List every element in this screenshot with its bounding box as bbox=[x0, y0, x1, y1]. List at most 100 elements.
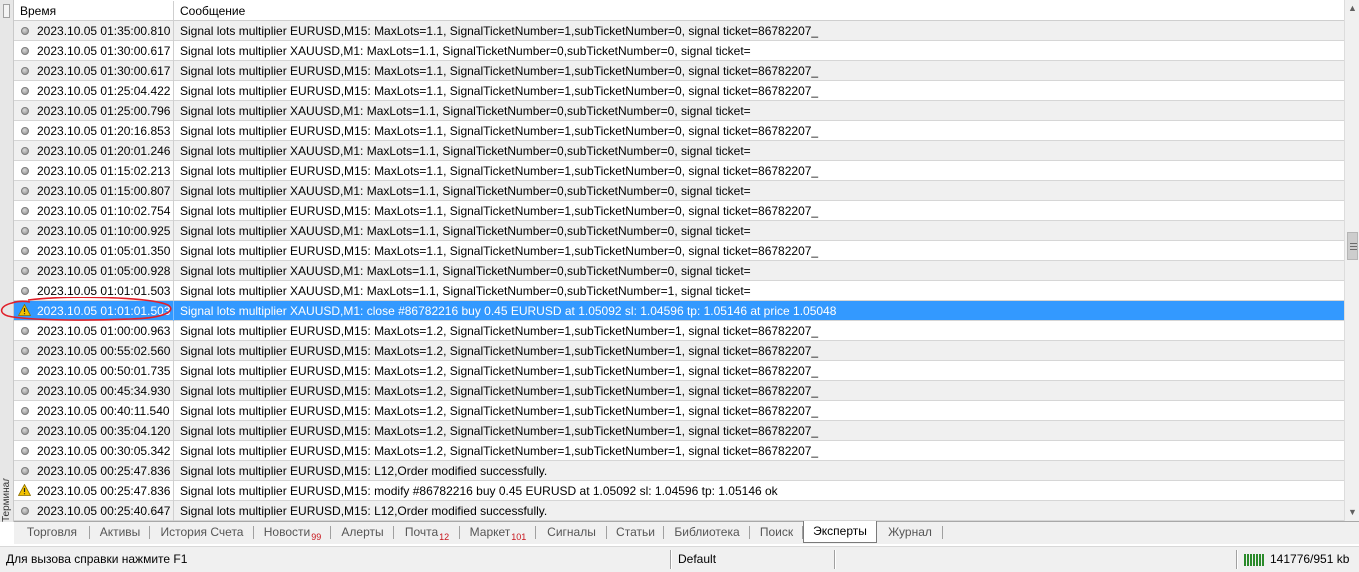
column-divider bbox=[173, 221, 174, 241]
log-row[interactable]: 2023.10.05 00:30:05.342 Signal lots multi… bbox=[14, 441, 1344, 461]
tab-label: Алерты bbox=[341, 525, 384, 539]
tab-13[interactable]: Журнал bbox=[877, 522, 943, 543]
connection-bars-icon bbox=[1244, 554, 1266, 566]
column-divider bbox=[173, 441, 174, 461]
log-time: 2023.10.05 01:15:02.213 bbox=[37, 164, 171, 178]
column-header-message[interactable]: Сообщение bbox=[174, 1, 1344, 21]
status-traffic: 141776/951 kb bbox=[1270, 552, 1350, 566]
log-row[interactable]: 2023.10.05 00:35:04.120 Signal lots multi… bbox=[14, 421, 1344, 441]
tab-count-badge: 99 bbox=[311, 532, 322, 542]
log-time: 2023.10.05 00:55:02.560 bbox=[37, 344, 171, 358]
column-header-time[interactable]: Время bbox=[14, 1, 174, 21]
grip-line bbox=[1350, 249, 1357, 250]
info-dot-icon bbox=[21, 267, 29, 275]
log-message: Signal lots multiplier EURUSD,M15: MaxLo… bbox=[180, 84, 819, 98]
log-time: 2023.10.05 01:05:00.928 bbox=[37, 264, 171, 278]
log-message: Signal lots multiplier EURUSD,M15: MaxLo… bbox=[180, 324, 819, 338]
log-message: Signal lots multiplier XAUUSD,M1: MaxLot… bbox=[180, 284, 751, 298]
log-row[interactable]: 2023.10.05 00:25:47.836 Signal lots multi… bbox=[14, 461, 1344, 481]
log-row[interactable]: 2023.10.05 01:30:00.617 Signal lots multi… bbox=[14, 41, 1344, 61]
log-message: Signal lots multiplier XAUUSD,M1: MaxLot… bbox=[180, 224, 751, 238]
tab-1[interactable]: Торговля bbox=[14, 522, 90, 543]
log-time: 2023.10.05 00:25:47.836 bbox=[37, 464, 171, 478]
log-row[interactable]: 2023.10.05 01:35:00.810 Signal lots multi… bbox=[14, 21, 1344, 41]
terminal-tab-bar: Торговля Активы История Счета Новости99 Алер… bbox=[14, 521, 1359, 544]
log-row-selected[interactable]: 2023.10.05 01:01:01.503 Signal lots multi… bbox=[14, 301, 1344, 321]
scroll-up-icon[interactable]: ▲ bbox=[1345, 0, 1359, 17]
tab-4[interactable]: Новости99 bbox=[254, 522, 331, 543]
log-time: 2023.10.05 01:35:00.810 bbox=[37, 24, 171, 38]
log-time: 2023.10.05 01:20:16.853 bbox=[37, 124, 171, 138]
log-message: Signal lots multiplier EURUSD,M15: MaxLo… bbox=[180, 204, 819, 218]
scroll-thumb[interactable] bbox=[1347, 232, 1358, 260]
log-row[interactable]: 2023.10.05 01:25:04.422 Signal lots multi… bbox=[14, 81, 1344, 101]
log-time: 2023.10.05 00:35:04.120 bbox=[37, 424, 171, 438]
tab-2[interactable]: Активы bbox=[90, 522, 150, 543]
log-message: Signal lots multiplier EURUSD,M15: MaxLo… bbox=[180, 424, 819, 438]
tab-5[interactable]: Алерты bbox=[331, 522, 394, 543]
tab-label: История Счета bbox=[160, 525, 244, 539]
log-row[interactable]: 2023.10.05 00:50:01.735 Signal lots multi… bbox=[14, 361, 1344, 381]
log-row[interactable]: 2023.10.05 01:10:00.925 Signal lots multi… bbox=[14, 221, 1344, 241]
log-row[interactable]: 2023.10.05 00:55:02.560 Signal lots multi… bbox=[14, 341, 1344, 361]
tab-9[interactable]: Статьи bbox=[607, 522, 664, 543]
tab-12[interactable]: Эксперты bbox=[803, 521, 877, 543]
log-row[interactable]: 2023.10.05 01:20:01.246 Signal lots multi… bbox=[14, 141, 1344, 161]
tab-10[interactable]: Библиотека bbox=[664, 522, 750, 543]
info-dot-icon bbox=[21, 167, 29, 175]
log-row[interactable]: 2023.10.05 01:10:02.754 Signal lots multi… bbox=[14, 201, 1344, 221]
column-divider bbox=[173, 21, 174, 41]
log-row[interactable]: 2023.10.05 01:15:00.807 Signal lots multi… bbox=[14, 181, 1344, 201]
terminal-label: Терминал bbox=[1, 478, 12, 522]
column-divider bbox=[173, 141, 174, 161]
log-time: 2023.10.05 01:10:02.754 bbox=[37, 204, 171, 218]
tab-6[interactable]: Почта12 bbox=[394, 522, 460, 543]
log-row[interactable]: 2023.10.05 00:45:34.930 Signal lots multi… bbox=[14, 381, 1344, 401]
log-row[interactable]: 2023.10.05 01:05:01.350 Signal lots multi… bbox=[14, 241, 1344, 261]
info-dot-icon bbox=[21, 147, 29, 155]
column-divider bbox=[173, 241, 174, 261]
log-row[interactable]: 2023.10.05 00:25:40.647 Signal lots multi… bbox=[14, 501, 1344, 521]
info-dot-icon bbox=[21, 247, 29, 255]
tab-11[interactable]: Поиск bbox=[750, 522, 803, 543]
tab-label: Торговля bbox=[26, 525, 78, 539]
log-message: Signal lots multiplier XAUUSD,M1: MaxLot… bbox=[180, 44, 751, 58]
panel-handle[interactable] bbox=[3, 4, 10, 18]
info-dot-icon bbox=[21, 127, 29, 135]
log-message: Signal lots multiplier EURUSD,M15: MaxLo… bbox=[180, 384, 819, 398]
tab-count-badge: 12 bbox=[439, 532, 450, 542]
log-row[interactable]: 2023.10.05 01:00:00.963 Signal lots multi… bbox=[14, 321, 1344, 341]
grip-line bbox=[1350, 243, 1357, 244]
column-divider bbox=[173, 81, 174, 101]
log-time: 2023.10.05 00:30:05.342 bbox=[37, 444, 171, 458]
info-dot-icon bbox=[21, 227, 29, 235]
info-dot-icon bbox=[21, 107, 29, 115]
log-message: Signal lots multiplier EURUSD,M15: modif… bbox=[180, 484, 778, 498]
log-time: 2023.10.05 00:45:34.930 bbox=[37, 384, 171, 398]
info-dot-icon bbox=[21, 427, 29, 435]
tab-3[interactable]: История Счета bbox=[150, 522, 254, 543]
log-time: 2023.10.05 01:30:00.617 bbox=[37, 64, 171, 78]
log-message: Signal lots multiplier EURUSD,M15: MaxLo… bbox=[180, 64, 819, 78]
log-message: Signal lots multiplier XAUUSD,M1: MaxLot… bbox=[180, 184, 751, 198]
log-row[interactable]: 2023.10.05 01:01:01.503 Signal lots multi… bbox=[14, 281, 1344, 301]
log-row[interactable]: 2023.10.05 01:05:00.928 Signal lots multi… bbox=[14, 261, 1344, 281]
info-dot-icon bbox=[21, 327, 29, 335]
vertical-scrollbar[interactable]: ▲ ▼ bbox=[1344, 0, 1359, 521]
tab-7[interactable]: Маркет101 bbox=[460, 522, 536, 543]
column-divider bbox=[173, 481, 174, 501]
scroll-down-icon[interactable]: ▼ bbox=[1345, 504, 1359, 521]
experts-log-grid: Время Сообщение 2023.10.05 01:35:00.810 S… bbox=[14, 0, 1344, 521]
log-row[interactable]: 2023.10.05 00:40:11.540 Signal lots multi… bbox=[14, 401, 1344, 421]
log-row[interactable]: 2023.10.05 00:25:47.836 Signal lots multi… bbox=[14, 481, 1344, 501]
tab-label: Почта bbox=[404, 525, 439, 539]
log-message: Signal lots multiplier EURUSD,M15: MaxLo… bbox=[180, 164, 819, 178]
log-row[interactable]: 2023.10.05 01:20:16.853 Signal lots multi… bbox=[14, 121, 1344, 141]
tab-label: Сигналы bbox=[547, 525, 596, 539]
column-divider bbox=[173, 341, 174, 361]
tab-8[interactable]: Сигналы bbox=[536, 522, 607, 543]
info-dot-icon bbox=[21, 467, 29, 475]
log-row[interactable]: 2023.10.05 01:15:02.213 Signal lots multi… bbox=[14, 161, 1344, 181]
log-row[interactable]: 2023.10.05 01:30:00.617 Signal lots multi… bbox=[14, 61, 1344, 81]
log-row[interactable]: 2023.10.05 01:25:00.796 Signal lots multi… bbox=[14, 101, 1344, 121]
